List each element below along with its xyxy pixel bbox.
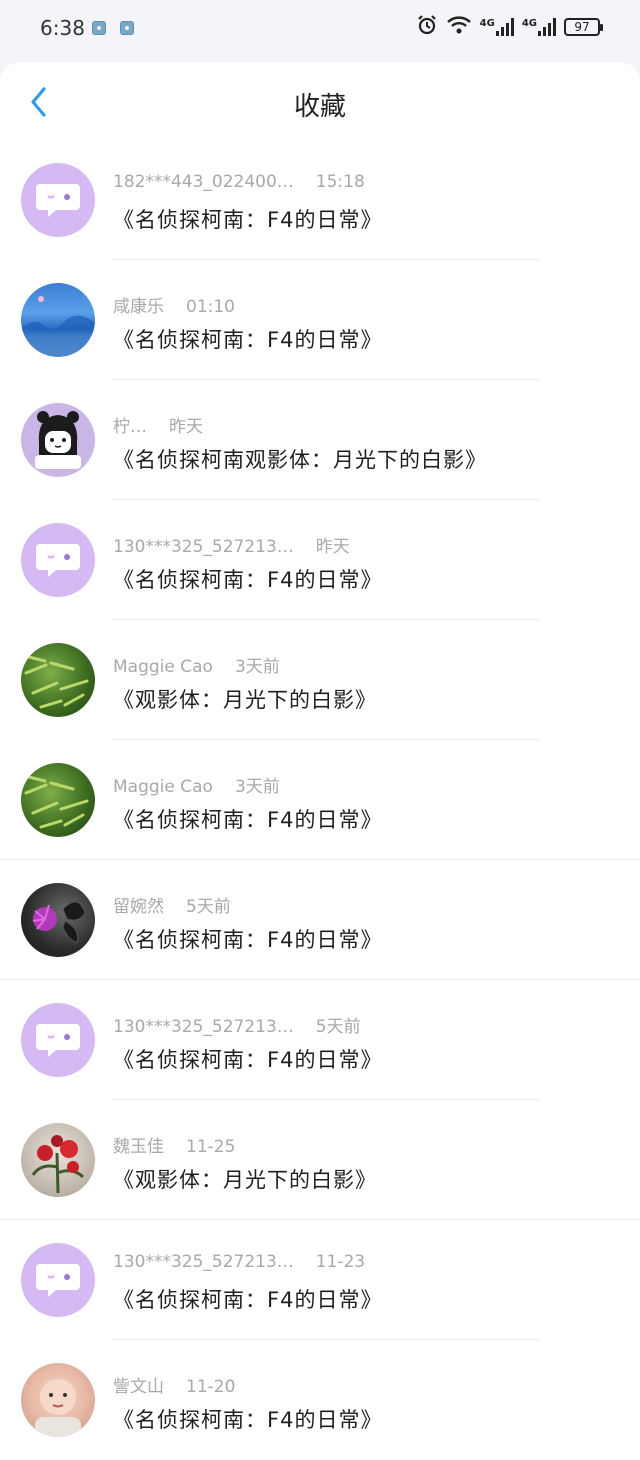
item-meta: 咸康乐 01:10: [113, 292, 235, 317]
item-time: 15:18: [315, 172, 365, 192]
list-item[interactable]: 柠… 昨天 《名侦探柯南观影体：月光下的白影》: [0, 380, 640, 500]
battery-level: 97: [574, 20, 590, 34]
user-name: 柠…: [113, 417, 147, 437]
item-meta: 柠… 昨天: [113, 412, 203, 437]
item-meta: 130***325_527213… 昨天: [113, 532, 350, 557]
book-title: 《名侦探柯南：F4的日常》: [113, 1288, 383, 1312]
list-item[interactable]: 留婉然 5天前 《名侦探柯南：F4的日常》: [0, 860, 640, 980]
user-name: 130***325_527213…: [113, 1017, 294, 1037]
item-meta: 訾文山 11-20: [113, 1372, 235, 1397]
item-time: 01:10: [186, 297, 235, 317]
book-title: 《名侦探柯南：F4的日常》: [113, 208, 383, 232]
book-title: 《名侦探柯南：F4的日常》: [113, 328, 383, 352]
item-time: 昨天: [315, 537, 350, 557]
item-time: 11-23: [315, 1252, 366, 1272]
list-item[interactable]: Maggie Cao 3天前 《观影体：月光下的白影》: [0, 620, 640, 740]
book-title: 《名侦探柯南：F4的日常》: [113, 1048, 383, 1072]
book-title: 《名侦探柯南观影体：月光下的白影》: [113, 448, 487, 472]
status-icons: 4G 4G 97: [416, 14, 603, 40]
user-name: 130***325_527213…: [113, 537, 294, 557]
book-title: 《观影体：月光下的白影》: [113, 1168, 377, 1192]
item-meta: Maggie Cao 3天前: [113, 772, 280, 797]
user-name: 訾文山: [113, 1377, 164, 1397]
battery-icon: 97: [564, 18, 603, 36]
default-chat-avatar-icon[interactable]: [21, 1003, 95, 1077]
user-name: 咸康乐: [113, 297, 164, 317]
book-title: 《名侦探柯南：F4的日常》: [113, 1408, 383, 1432]
network-label: 4G: [479, 18, 495, 29]
cartoon-girl-avatar[interactable]: [21, 403, 95, 477]
list-item[interactable]: 130***325_527213… 11-23 《名侦探柯南：F4的日常》: [0, 1220, 640, 1340]
user-name: Maggie Cao: [113, 777, 213, 797]
list-item[interactable]: Maggie Cao 3天前 《名侦探柯南：F4的日常》: [0, 740, 640, 860]
status-time: 6:38: [40, 16, 85, 40]
red-flower-painting-avatar[interactable]: [21, 1123, 95, 1197]
list-item[interactable]: 魏玉佳 11-25 《观影体：月光下的白影》: [0, 1100, 640, 1220]
purple-flower-butterfly-avatar[interactable]: [21, 883, 95, 957]
user-name: 130***325_527213…: [113, 1252, 294, 1272]
item-time: 昨天: [169, 417, 203, 437]
list-item[interactable]: 130***325_527213… 昨天 《名侦探柯南：F4的日常》: [0, 500, 640, 620]
item-time: 3天前: [234, 657, 280, 677]
item-time: 3天前: [234, 777, 280, 797]
item-meta: 182***443_022400… 15:18: [113, 172, 365, 192]
signal-4g-icon: 4G: [480, 18, 514, 36]
list-item[interactable]: 咸康乐 01:10 《名侦探柯南：F4的日常》: [0, 260, 640, 380]
green-bamboo-avatar[interactable]: [21, 763, 95, 837]
list-item[interactable]: 130***325_527213… 5天前 《名侦探柯南：F4的日常》: [0, 980, 640, 1100]
signal-4g-icon: 4G: [522, 18, 556, 36]
green-bamboo-avatar[interactable]: [21, 643, 95, 717]
item-time: 5天前: [315, 1017, 361, 1037]
favorites-list: 182***443_022400… 15:18 《名侦探柯南：F4的日常》 咸康乐…: [0, 140, 640, 1460]
header-bar: 收藏: [0, 62, 640, 140]
list-item[interactable]: 182***443_022400… 15:18 《名侦探柯南：F4的日常》: [0, 140, 640, 260]
user-name: 魏玉佳: [113, 1137, 164, 1157]
item-meta: 130***325_527213… 11-23: [113, 1252, 365, 1272]
wifi-icon: [446, 15, 472, 39]
default-chat-avatar-icon[interactable]: [21, 523, 95, 597]
item-meta: 留婉然 5天前: [113, 892, 231, 917]
page-title: 收藏: [293, 92, 346, 122]
item-time: 5天前: [186, 897, 231, 917]
blue-landscape-avatar[interactable]: [21, 283, 95, 357]
book-title: 《名侦探柯南：F4的日常》: [113, 568, 383, 592]
item-meta: 魏玉佳 11-25: [113, 1132, 235, 1157]
list-item[interactable]: 訾文山 11-20 《名侦探柯南：F4的日常》: [0, 1340, 640, 1460]
item-time: 11-20: [186, 1377, 236, 1397]
default-chat-avatar-icon[interactable]: [21, 163, 95, 237]
item-meta: 130***325_527213… 5天前: [113, 1012, 361, 1037]
notification-icon: [92, 21, 106, 35]
alarm-icon: [416, 14, 438, 40]
item-meta: Maggie Cao 3天前: [113, 652, 280, 677]
notification-icon: [120, 21, 134, 35]
user-name: Maggie Cao: [113, 657, 213, 677]
item-time: 11-25: [186, 1137, 236, 1157]
book-title: 《名侦探柯南：F4的日常》: [113, 928, 383, 952]
user-name: 留婉然: [113, 897, 164, 917]
status-bar: 6:38 4G 4G 97: [0, 0, 640, 60]
book-title: 《名侦探柯南：F4的日常》: [113, 808, 383, 832]
user-name: 182***443_022400…: [113, 172, 294, 192]
network-label: 4G: [521, 18, 537, 29]
book-title: 《观影体：月光下的白影》: [113, 688, 377, 712]
default-chat-avatar-icon[interactable]: [21, 1243, 95, 1317]
